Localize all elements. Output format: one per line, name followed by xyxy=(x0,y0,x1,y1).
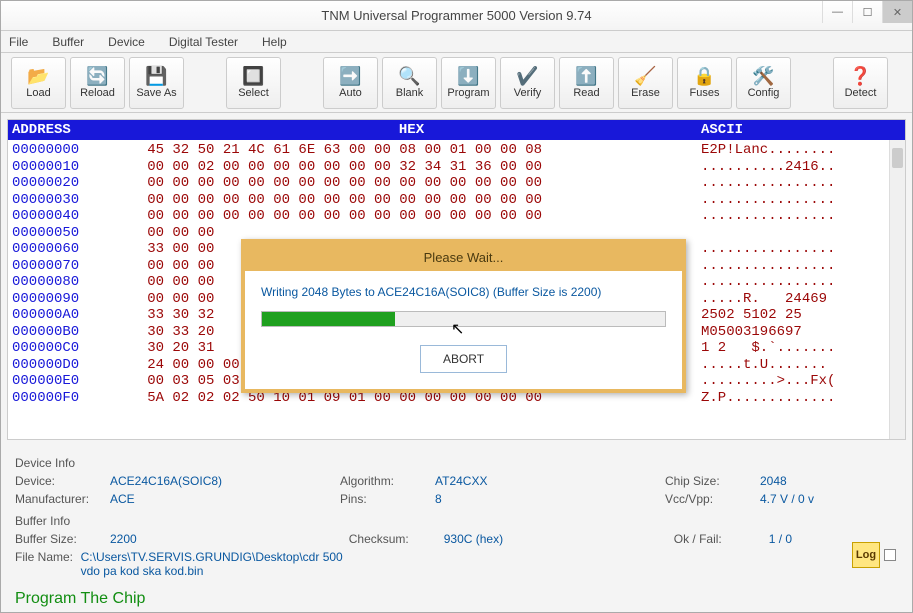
buffer-size: 2200 xyxy=(110,532,340,546)
hex-row: 00000040 00 00 00 00 00 00 00 00 00 00 0… xyxy=(12,208,901,225)
hex-row: 00000020 00 00 00 00 00 00 00 00 00 00 0… xyxy=(12,175,901,192)
reload-button[interactable]: 🔄Reload xyxy=(70,57,125,109)
search-icon: 🔍 xyxy=(398,67,420,85)
algorithm: AT24CXX xyxy=(435,474,665,488)
fuses-button[interactable]: 🔒Fuses xyxy=(677,57,732,109)
upload-icon: ⬆️ xyxy=(575,67,597,85)
saveas-button[interactable]: 💾Save As xyxy=(129,57,184,109)
verify-button[interactable]: ✔️Verify xyxy=(500,57,555,109)
titlebar: TNM Universal Programmer 5000 Version 9.… xyxy=(1,1,912,31)
question-icon: ❓ xyxy=(849,67,871,85)
blank-button[interactable]: 🔍Blank xyxy=(382,57,437,109)
log-icon: Log xyxy=(852,542,880,568)
log-toggle[interactable]: Log xyxy=(852,542,896,568)
menu-tester[interactable]: Digital Tester xyxy=(169,35,238,49)
reload-icon: 🔄 xyxy=(86,67,108,85)
menu-buffer[interactable]: Buffer xyxy=(52,35,84,49)
dialog-title: Please Wait... xyxy=(245,243,682,271)
log-checkbox[interactable] xyxy=(884,549,896,561)
close-button[interactable]: ✕ xyxy=(882,1,912,23)
buffer-info-header: Buffer Info xyxy=(15,514,898,528)
minimize-button[interactable]: — xyxy=(822,1,852,23)
hex-header: ADDRESS HEX ASCII xyxy=(8,120,905,140)
download-icon: ⬇️ xyxy=(457,67,479,85)
cursor-icon: ↖ xyxy=(451,319,464,339)
load-button[interactable]: 📂Load xyxy=(11,57,66,109)
vcc-vpp: 4.7 V / 0 v xyxy=(760,492,913,506)
erase-button[interactable]: 🧹Erase xyxy=(618,57,673,109)
hex-row: 00000000 45 32 50 21 4C 61 6E 63 00 00 0… xyxy=(12,142,901,159)
progress-fill xyxy=(262,312,395,326)
window-title: TNM Universal Programmer 5000 Version 9.… xyxy=(321,8,591,23)
play-icon: ➡️ xyxy=(339,67,361,85)
hex-row: 00000030 00 00 00 00 00 00 00 00 00 00 0… xyxy=(12,192,901,209)
select-button[interactable]: 🔲Select xyxy=(226,57,281,109)
save-icon: 💾 xyxy=(145,67,167,85)
erase-icon: 🧹 xyxy=(634,67,656,85)
manufacturer: ACE xyxy=(110,492,340,506)
menu-help[interactable]: Help xyxy=(262,35,287,49)
app-window: TNM Universal Programmer 5000 Version 9.… xyxy=(0,0,913,613)
read-button[interactable]: ⬆️Read xyxy=(559,57,614,109)
tools-icon: 🛠️ xyxy=(752,67,774,85)
menu-device[interactable]: Device xyxy=(108,35,145,49)
menu-file[interactable]: File xyxy=(9,35,28,49)
scrollbar[interactable] xyxy=(889,140,905,439)
pins: 8 xyxy=(435,492,665,506)
device-name: ACE24C16A(SOIC8) xyxy=(110,474,340,488)
toolbar: 📂Load 🔄Reload 💾Save As 🔲Select ➡️Auto 🔍B… xyxy=(1,53,912,113)
scrollbar-thumb[interactable] xyxy=(892,148,903,168)
config-button[interactable]: 🛠️Config xyxy=(736,57,791,109)
maximize-button[interactable]: ☐ xyxy=(852,1,882,23)
check-icon: ✔️ xyxy=(516,67,538,85)
chip-icon: 🔲 xyxy=(242,67,264,85)
lock-icon: 🔒 xyxy=(693,67,715,85)
file-name: C:\Users\TV.SERVIS.GRUNDIG\Desktop\cdr 5… xyxy=(81,550,349,578)
menubar: File Buffer Device Digital Tester Help xyxy=(1,31,912,53)
checksum: 930C (hex) xyxy=(444,532,674,546)
dialog-message: Writing 2048 Bytes to ACE24C16A(SOIC8) (… xyxy=(261,285,666,299)
hex-row: 00000010 00 00 02 00 00 00 00 00 00 00 3… xyxy=(12,159,901,176)
abort-button[interactable]: ABORT xyxy=(420,345,507,373)
device-info-header: Device Info xyxy=(15,456,898,470)
info-panel: Device Info Device:ACE24C16A(SOIC8) Manu… xyxy=(1,446,912,586)
progress-dialog: Please Wait... Writing 2048 Bytes to ACE… xyxy=(241,239,686,393)
folder-open-icon: 📂 xyxy=(27,67,49,85)
auto-button[interactable]: ➡️Auto xyxy=(323,57,378,109)
program-button[interactable]: ⬇️Program xyxy=(441,57,496,109)
chip-size: 2048 xyxy=(760,474,913,488)
status-message: Program The Chip xyxy=(1,586,912,612)
detect-button[interactable]: ❓Detect xyxy=(833,57,888,109)
